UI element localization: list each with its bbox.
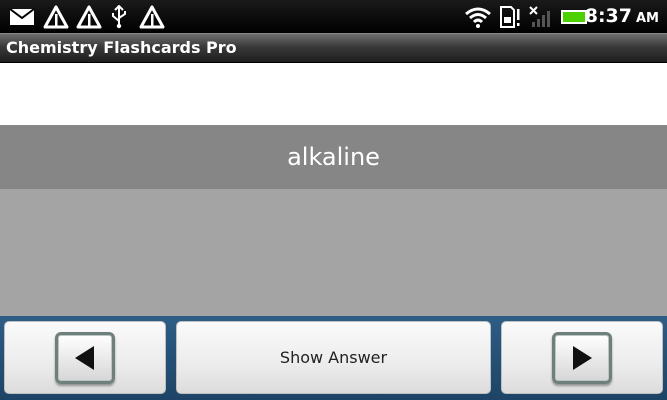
next-card-button[interactable] — [501, 321, 663, 394]
warning-icon — [75, 4, 103, 29]
flashcard-term-band[interactable]: alkaline — [0, 125, 667, 189]
left-arrow-icon — [55, 331, 115, 384]
status-bar: 8:37 AM — [0, 0, 667, 33]
status-clock: 8:37 AM — [585, 3, 659, 30]
app-title-bar: Chemistry Flashcards Pro — [0, 33, 667, 63]
flashcard-answer-area[interactable] — [0, 189, 667, 316]
usb-icon — [108, 4, 130, 29]
warning-icon — [42, 4, 70, 29]
previous-card-button[interactable] — [4, 321, 166, 394]
no-signal-icon — [528, 4, 554, 29]
right-arrow-icon — [552, 331, 612, 384]
warning-icon — [138, 4, 166, 29]
app-title: Chemistry Flashcards Pro — [6, 38, 237, 57]
wifi-icon — [464, 4, 492, 29]
sdcard-icon — [498, 4, 522, 29]
flashcard-term: alkaline — [287, 143, 380, 171]
clock-ampm: AM — [636, 11, 659, 26]
mail-icon — [8, 4, 36, 29]
show-answer-label: Show Answer — [279, 348, 388, 367]
clock-time: 8:37 — [584, 5, 632, 27]
show-answer-button[interactable]: Show Answer — [176, 321, 491, 394]
card-header-area — [0, 63, 667, 125]
navigation-bar: Show Answer — [0, 316, 667, 400]
